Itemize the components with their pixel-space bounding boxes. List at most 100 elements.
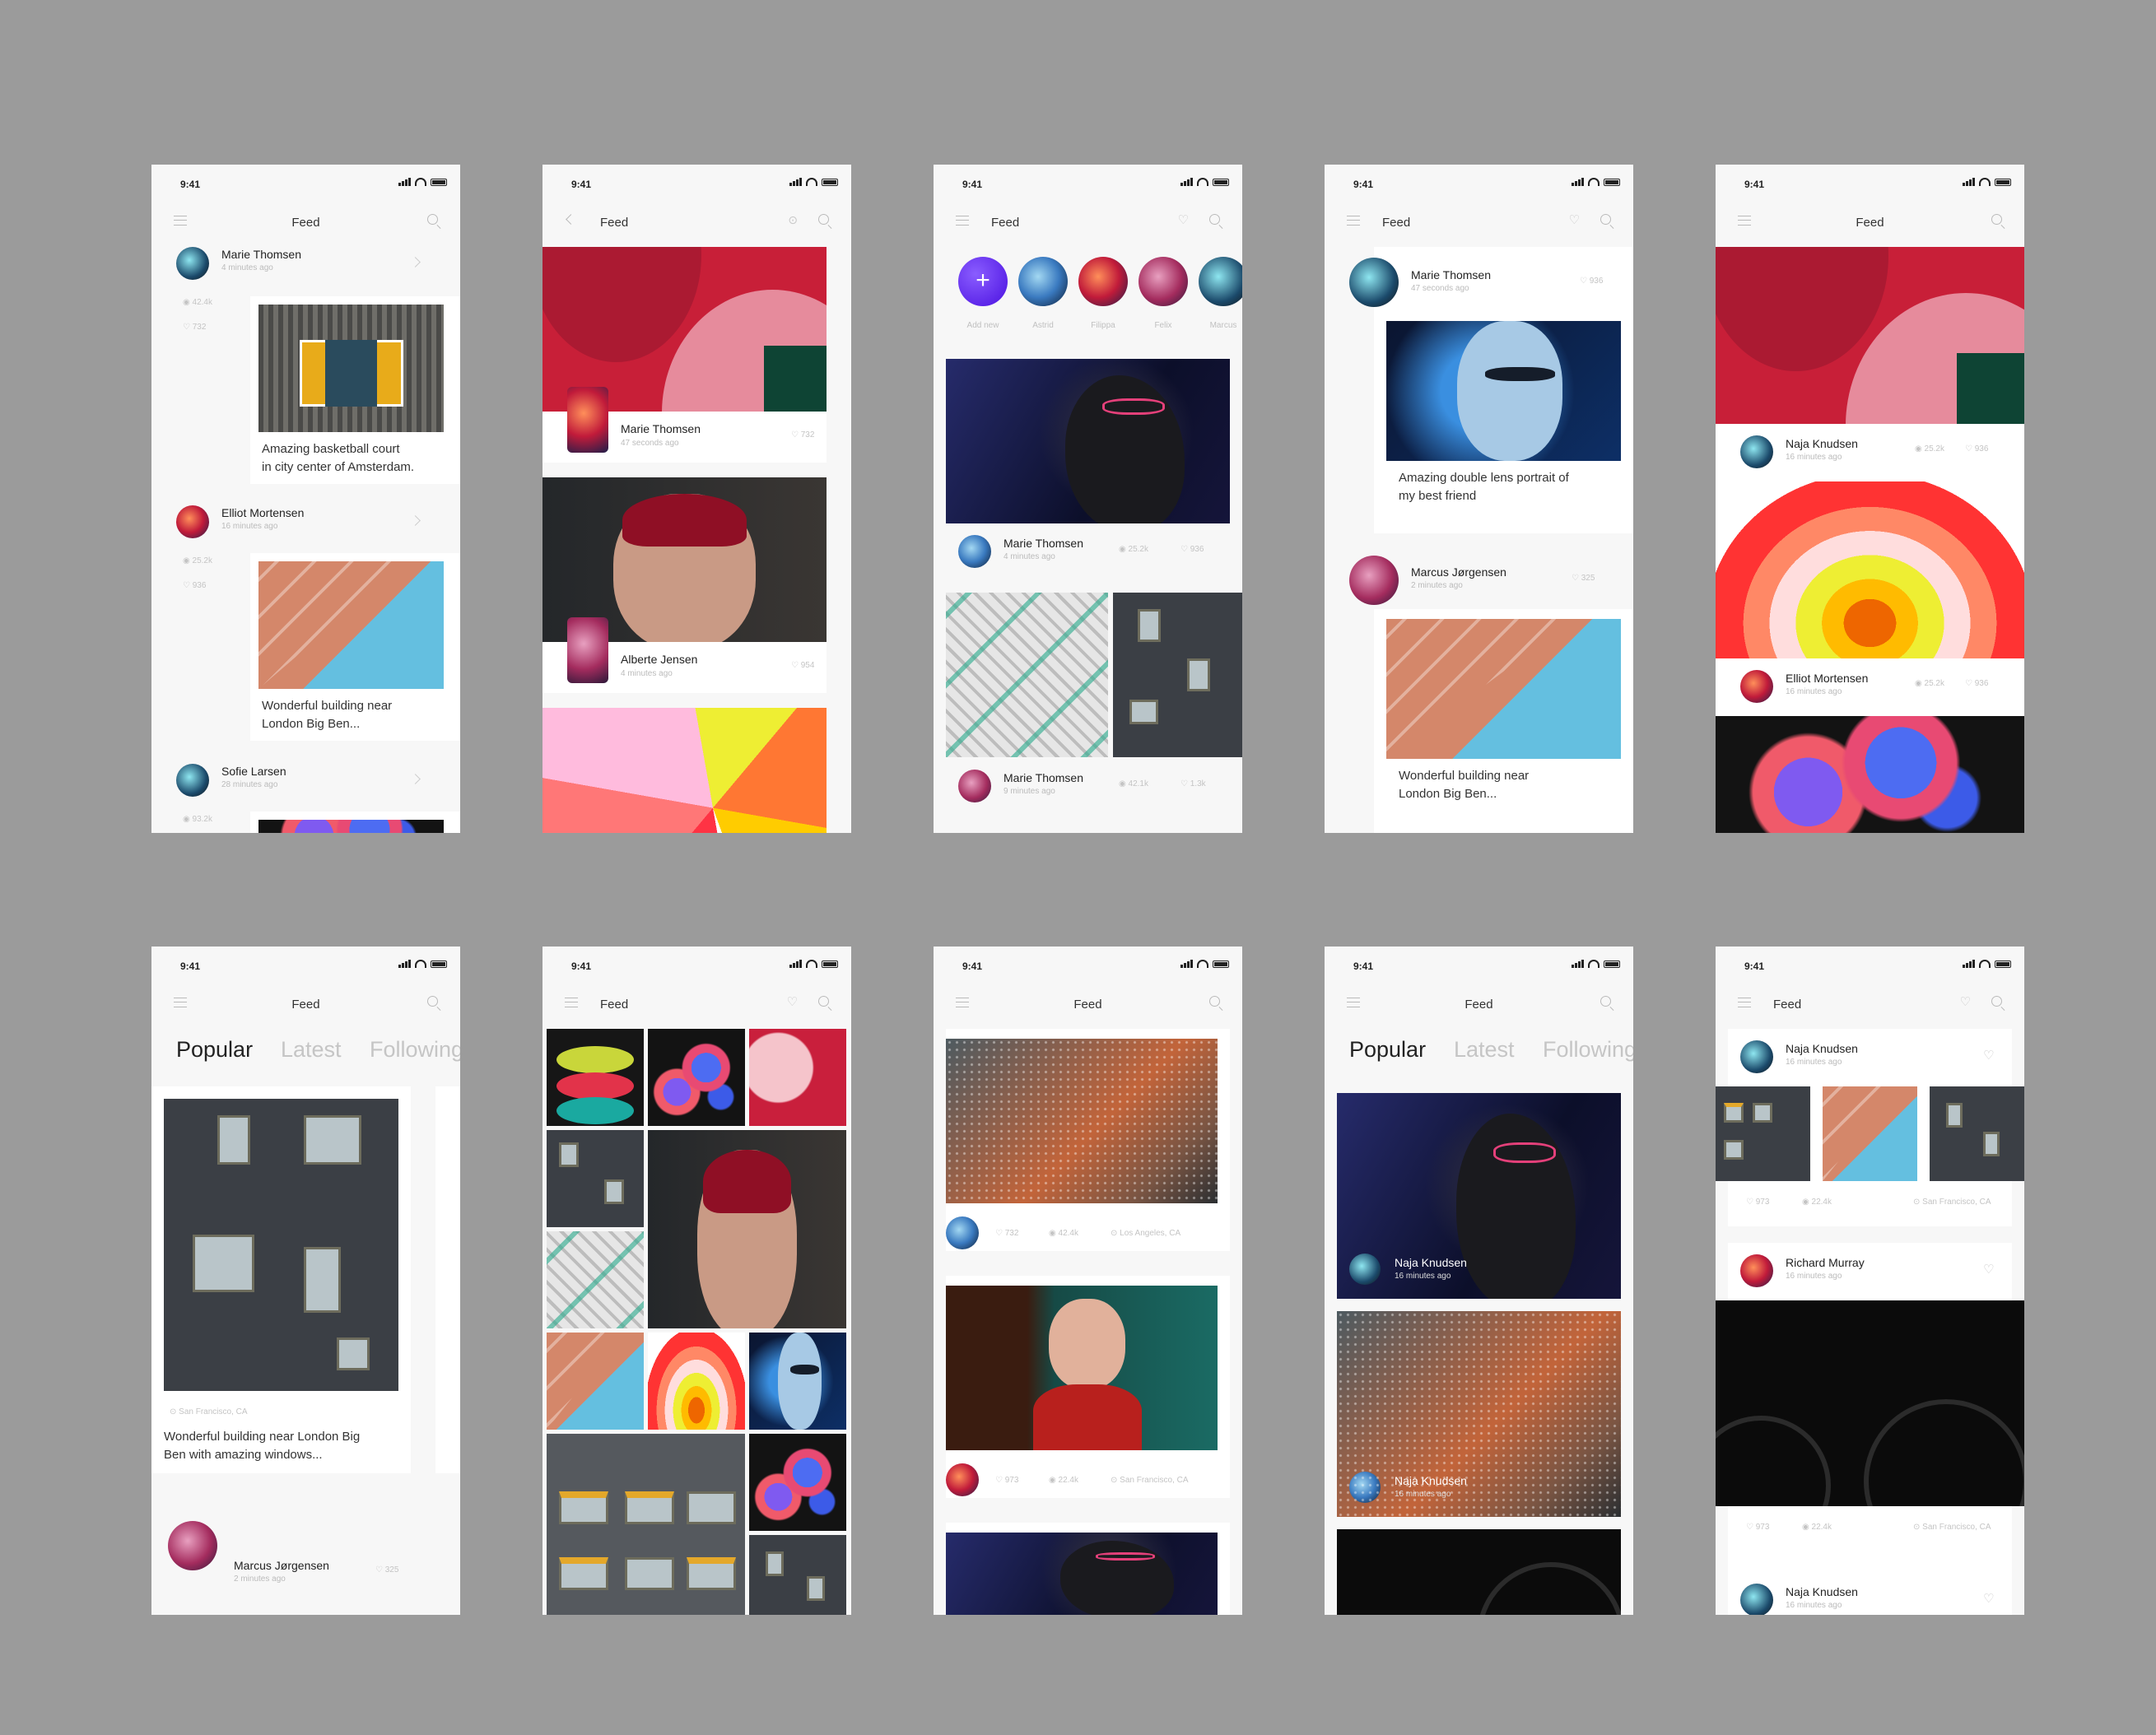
heart-icon[interactable]: ♡ (1983, 1263, 1994, 1276)
heart-icon[interactable]: ♡ (787, 996, 798, 1008)
post-card[interactable]: ♡ 732 ◉ 42.4k ⊙ Los Angeles, CA (946, 1029, 1230, 1251)
heart-icon[interactable]: ♡ (995, 1229, 1005, 1238)
post-card[interactable]: Wonderful building near London Big Ben... (250, 553, 460, 741)
search-icon[interactable] (1991, 996, 2002, 1007)
avatar[interactable] (1349, 1472, 1381, 1503)
heart-icon[interactable]: ♡ (1983, 1049, 1994, 1062)
author-name[interactable]: Richard Murray (1786, 1256, 1865, 1269)
portrait-night-photo[interactable] (946, 1533, 1218, 1615)
portrait-night-photo[interactable]: Naja Knudsen 16 minutes ago (1337, 1093, 1621, 1299)
menu-icon[interactable] (565, 998, 578, 1007)
search-icon[interactable] (1209, 996, 1220, 1007)
author-name[interactable]: Naja Knudsen (1395, 1474, 1467, 1487)
search-icon[interactable] (1600, 996, 1611, 1007)
grid-photo[interactable] (547, 1434, 745, 1615)
heart-icon[interactable]: ♡ (1960, 996, 1971, 1008)
heart-icon[interactable]: ♡ (1178, 214, 1189, 226)
bike-photo[interactable] (1337, 1529, 1621, 1615)
rainy-car-photo[interactable]: Naja Knudsen 16 minutes ago (1337, 1311, 1621, 1517)
story-avatar[interactable] (1078, 257, 1128, 306)
post-card[interactable]: Richard Murray 16 minutes ago ♡ ♡ 973 ◉ … (1716, 1243, 2024, 1572)
author-name[interactable]: Marcus Jørgensen (1411, 565, 1506, 579)
avatar[interactable] (176, 764, 209, 797)
portrait-night-photo[interactable] (946, 359, 1230, 523)
author-name[interactable]: Naja Knudsen (1786, 437, 1858, 450)
avatar[interactable] (946, 1216, 979, 1249)
avatar[interactable] (176, 505, 209, 538)
grid-photo[interactable] (749, 1535, 846, 1615)
avatar[interactable] (1740, 1254, 1773, 1287)
heart-icon[interactable]: ♡ (995, 1476, 1005, 1485)
abstract-red-photo[interactable] (1716, 247, 2024, 424)
neon-portrait-photo[interactable] (946, 1286, 1218, 1450)
chevron-right-icon[interactable] (410, 774, 421, 784)
search-icon[interactable] (818, 214, 829, 225)
chevron-right-icon[interactable] (410, 257, 421, 267)
smoke-photo[interactable] (1716, 716, 2024, 833)
author-name[interactable]: Naja Knudsen (1786, 1585, 1858, 1598)
avatar[interactable] (1740, 1040, 1773, 1073)
basketball-court-photo[interactable] (258, 305, 444, 432)
tab-following[interactable]: Following (1543, 1037, 1633, 1063)
windows-photo[interactable] (1113, 593, 1242, 757)
gallery-photo[interactable] (1930, 1086, 2024, 1181)
post-card[interactable] (946, 1523, 1230, 1615)
post-card[interactable]: Naja Knudsen 16 minutes ago ♡ ♡ 973 ◉ 22… (1716, 1029, 2024, 1226)
avatar[interactable] (1740, 435, 1773, 468)
menu-icon[interactable] (1347, 216, 1360, 226)
grid-photo[interactable] (749, 1333, 846, 1430)
search-icon[interactable] (1991, 214, 2002, 225)
post-card[interactable]: Alberte Jensen 4 minutes ago ♡ 954 (542, 477, 827, 693)
avatar[interactable] (176, 247, 209, 280)
author-name[interactable]: Naja Knudsen (1395, 1256, 1467, 1269)
author-name[interactable]: Elliot Mortensen (221, 506, 304, 519)
author-name[interactable]: Alberte Jensen (621, 653, 697, 666)
gallery-photo[interactable] (1716, 1086, 1810, 1181)
tab-popular[interactable]: Popular (1349, 1037, 1426, 1063)
building-photo[interactable] (1386, 619, 1621, 759)
windows-photo[interactable] (164, 1099, 398, 1391)
post-card[interactable]: Naja Knudsen 16 minutes ago ♡ (1728, 1572, 2012, 1615)
add-story-button[interactable]: + (958, 257, 1008, 306)
avatar[interactable] (1349, 258, 1399, 307)
story-avatar[interactable] (1199, 257, 1242, 306)
smoke-photo[interactable] (258, 820, 444, 833)
heart-icon[interactable]: ♡ (791, 430, 801, 440)
heart-icon[interactable]: ♡ (375, 1565, 385, 1575)
grid-photo[interactable] (749, 1029, 846, 1126)
tab-latest[interactable]: Latest (1454, 1037, 1515, 1063)
heart-icon[interactable]: ♡ (1746, 1198, 1756, 1207)
grid-photo[interactable] (547, 1130, 644, 1227)
building-photo[interactable] (258, 561, 444, 689)
rainy-car-photo[interactable] (946, 1039, 1218, 1203)
post-card[interactable]: ♡ 973 ◉ 22.4k ⊙ San Francisco, CA (946, 1276, 1230, 1498)
heart-icon[interactable]: ♡ (791, 661, 801, 670)
story-avatar[interactable] (1139, 257, 1188, 306)
author-name[interactable]: Sofie Larsen (221, 765, 286, 778)
search-icon[interactable] (427, 996, 438, 1007)
abstract-arcs-photo[interactable] (542, 708, 827, 833)
gallery-photo[interactable] (1823, 1086, 1917, 1181)
heart-icon[interactable]: ♡ (1569, 214, 1580, 226)
heart-icon[interactable]: ♡ (1180, 779, 1190, 788)
grid-photo[interactable] (547, 1231, 644, 1328)
post-card[interactable]: ⊙ San Francisco, CA Wonderful building n… (151, 1086, 411, 1473)
tab-following[interactable]: Following (370, 1037, 460, 1063)
tab-popular[interactable]: Popular (176, 1037, 253, 1063)
grid-photo[interactable] (648, 1333, 745, 1430)
grid-photo[interactable] (648, 1130, 846, 1328)
heart-icon[interactable]: ♡ (183, 323, 193, 332)
grid-photo[interactable] (648, 1029, 745, 1126)
search-icon[interactable] (1600, 214, 1611, 225)
portrait-blue-photo[interactable] (1386, 321, 1621, 461)
location-pin-icon[interactable]: ⊙ (788, 214, 798, 226)
heart-icon[interactable]: ♡ (1746, 1523, 1756, 1532)
grid-photo[interactable] (547, 1333, 644, 1430)
heart-icon[interactable]: ♡ (1965, 444, 1975, 454)
author-name[interactable]: Marie Thomsen (1003, 771, 1083, 784)
avatar[interactable] (1740, 1584, 1773, 1615)
story-avatar[interactable] (1018, 257, 1068, 306)
pattern-photo[interactable] (946, 593, 1108, 757)
avatar[interactable] (958, 535, 991, 568)
avatar[interactable] (946, 1463, 979, 1496)
